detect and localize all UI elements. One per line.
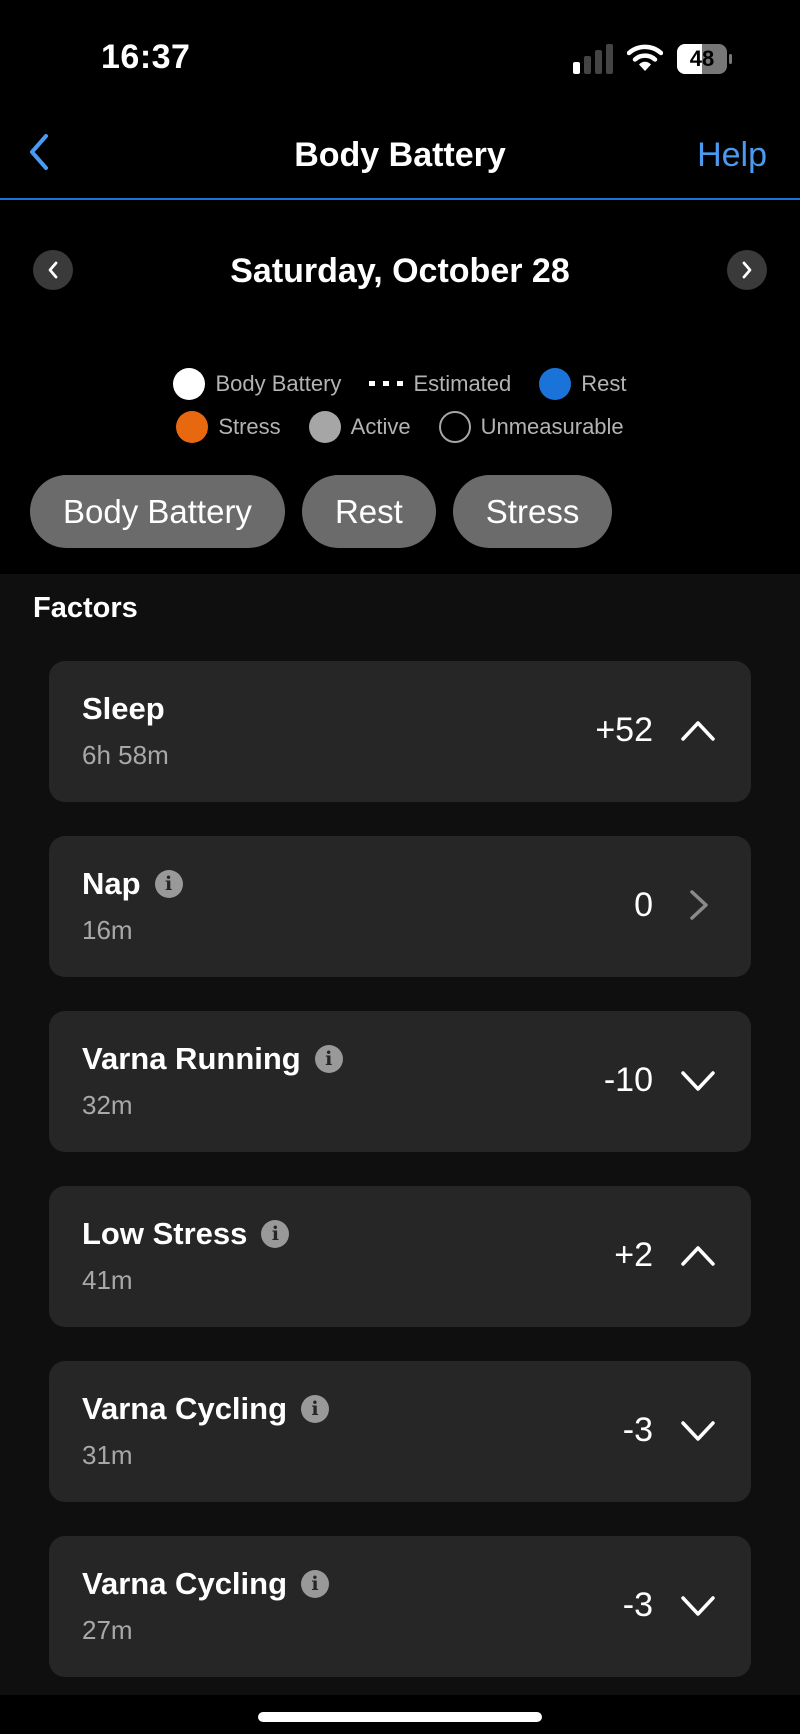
legend-row-2: Stress Active Unmeasurable — [0, 411, 800, 443]
help-link[interactable]: Help — [697, 136, 767, 175]
dashed-line-icon — [369, 381, 404, 387]
wifi-icon — [627, 44, 663, 71]
chevron-left-icon — [48, 261, 58, 279]
legend-label: Unmeasurable — [480, 414, 624, 439]
factor-card[interactable]: Low Stress i 41m +2 — [49, 1186, 751, 1327]
stress-swatch-icon — [176, 411, 209, 443]
next-day-button[interactable] — [727, 250, 767, 290]
legend-label: Stress — [218, 414, 281, 439]
battery-level: 48 — [689, 46, 715, 71]
back-button[interactable] — [22, 130, 56, 174]
legend-label: Rest — [581, 371, 627, 396]
factor-name-row: Varna Cycling i — [82, 1566, 330, 1602]
legend-item-estimated: Estimated — [369, 371, 511, 397]
factor-duration: 32m — [82, 1090, 133, 1120]
chart-filter-chips: Body Battery Rest Stress — [30, 475, 613, 548]
chevron-right-icon — [742, 261, 752, 279]
factors-heading: Factors — [33, 592, 138, 624]
factor-name-row: Nap i — [82, 866, 183, 902]
status-time: 16:37 — [101, 38, 191, 76]
factor-name: Varna Cycling — [82, 1566, 288, 1601]
home-indicator[interactable] — [258, 1712, 542, 1722]
chip-body-battery[interactable]: Body Battery — [30, 475, 285, 548]
factor-duration: 27m — [82, 1615, 133, 1645]
factor-value: 0 — [634, 886, 653, 924]
info-icon[interactable]: i — [261, 1220, 290, 1248]
factor-name: Nap — [82, 866, 141, 901]
factor-duration: 41m — [82, 1265, 133, 1295]
factor-name: Varna Running — [82, 1041, 301, 1076]
selected-date: Saturday, October 28 — [230, 252, 570, 290]
rest-swatch-icon — [539, 368, 572, 400]
factor-value: -3 — [622, 1586, 653, 1624]
navigation-bar: Body Battery Help — [0, 110, 800, 200]
cellular-signal-icon — [573, 44, 613, 74]
factor-name-row: Varna Cycling i — [82, 1391, 330, 1427]
legend-label: Body Battery — [215, 371, 342, 396]
legend-item-rest: Rest — [539, 368, 627, 400]
chevron-down-icon[interactable] — [679, 1063, 717, 1097]
factor-name: Varna Cycling — [82, 1391, 288, 1426]
factor-card[interactable]: Sleep 6h 58m +52 — [49, 661, 751, 802]
legend-label: Estimated — [413, 371, 512, 396]
legend-label: Active — [350, 414, 411, 439]
factor-name-row: Low Stress i — [82, 1216, 290, 1252]
factor-duration: 16m — [82, 915, 133, 945]
chart-legend: Body Battery Estimated Rest Stress Activ… — [0, 368, 800, 454]
battery-icon: 48 — [677, 44, 733, 74]
chevron-right-icon[interactable] — [679, 888, 717, 922]
active-swatch-icon — [308, 411, 341, 443]
chevron-down-icon[interactable] — [679, 1588, 717, 1622]
status-bar: 16:37 48 — [0, 0, 800, 110]
info-icon[interactable]: i — [314, 1045, 343, 1073]
factors-section: Factors Sleep 6h 58m +52 Nap i 16m 0 Varna Runn… — [0, 574, 800, 1695]
body-battery-swatch-icon — [173, 368, 206, 400]
legend-item-stress: Stress — [176, 411, 281, 443]
factor-card[interactable]: Varna Cycling i 27m -3 — [49, 1536, 751, 1677]
factor-card[interactable]: Varna Cycling i 31m -3 — [49, 1361, 751, 1502]
info-icon[interactable]: i — [301, 1570, 330, 1598]
factor-card[interactable]: Varna Running i 32m -10 — [49, 1011, 751, 1152]
date-navigator: Saturday, October 28 — [0, 250, 800, 294]
chip-stress[interactable]: Stress — [452, 475, 613, 548]
factor-value: -10 — [603, 1061, 653, 1099]
factor-card[interactable]: Nap i 16m 0 — [49, 836, 751, 977]
factor-duration: 31m — [82, 1440, 133, 1470]
legend-item-active: Active — [308, 411, 411, 443]
factor-name-row: Varna Running i — [82, 1041, 343, 1077]
chevron-up-icon[interactable] — [679, 713, 717, 747]
legend-item-body-battery: Body Battery — [173, 368, 341, 400]
legend-row-1: Body Battery Estimated Rest — [0, 368, 800, 400]
info-icon[interactable]: i — [154, 870, 183, 898]
factor-value: -3 — [622, 1411, 653, 1449]
factor-name: Low Stress — [82, 1216, 248, 1251]
previous-day-button[interactable] — [33, 250, 73, 290]
factor-duration: 6h 58m — [82, 740, 169, 770]
unmeasurable-swatch-icon — [438, 411, 471, 443]
factor-value: +52 — [595, 711, 653, 749]
factor-name-row: Sleep — [82, 691, 165, 727]
legend-item-unmeasurable: Unmeasurable — [438, 411, 624, 443]
factor-name: Sleep — [82, 691, 165, 726]
chevron-up-icon[interactable] — [679, 1238, 717, 1272]
chip-rest[interactable]: Rest — [301, 475, 436, 548]
factor-value: +2 — [614, 1236, 653, 1274]
chevron-down-icon[interactable] — [679, 1413, 717, 1447]
page-title: Body Battery — [294, 136, 506, 174]
info-icon[interactable]: i — [301, 1395, 330, 1423]
